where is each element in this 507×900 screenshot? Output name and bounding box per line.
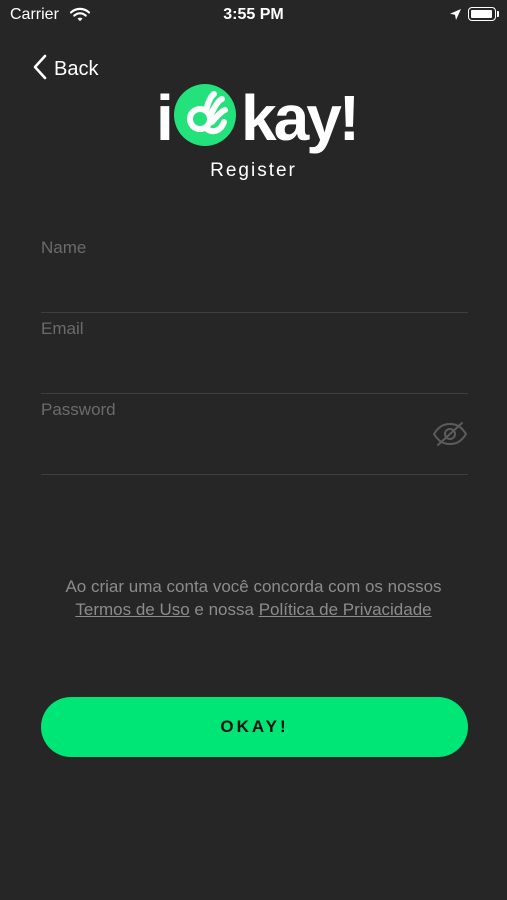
name-field[interactable]: Name — [41, 232, 468, 313]
battery-nub — [497, 11, 499, 17]
terms-text: Ao criar uma conta você concorda com os … — [40, 575, 467, 621]
battery-icon — [468, 7, 496, 21]
password-field[interactable]: Password — [41, 394, 468, 475]
ok-hand-icon — [187, 91, 228, 135]
terms-text-before: Ao criar uma conta você concorda com os … — [65, 577, 442, 596]
eye-off-icon[interactable] — [432, 421, 468, 452]
status-time: 3:55 PM — [223, 6, 284, 23]
logo-text-kay: kay! — [241, 82, 360, 154]
back-button[interactable]: Back — [32, 54, 98, 85]
page-title: Register — [210, 160, 297, 181]
name-input[interactable] — [41, 268, 425, 300]
terms-of-use-link[interactable]: Termos de Uso — [75, 600, 189, 619]
email-field-label: Email — [41, 319, 84, 338]
terms-text-middle: e nossa — [189, 600, 259, 619]
chevron-left-icon — [32, 54, 48, 85]
email-field[interactable]: Email — [41, 313, 468, 394]
battery-level — [471, 10, 492, 18]
location-arrow-icon — [449, 8, 462, 26]
name-field-label: Name — [41, 238, 87, 257]
status-bar: Carrier 3:55 PM — [0, 0, 507, 30]
logo-circle — [174, 84, 236, 146]
password-input[interactable] — [41, 430, 425, 462]
app-logo: i kay! — [150, 80, 360, 160]
okay-submit-button[interactable]: OKAY! — [41, 697, 468, 757]
email-input[interactable] — [41, 349, 425, 381]
logo-text-i: i — [156, 82, 174, 154]
privacy-policy-link[interactable]: Política de Privacidade — [259, 600, 432, 619]
back-label: Back — [54, 58, 99, 80]
password-field-label: Password — [41, 400, 116, 419]
